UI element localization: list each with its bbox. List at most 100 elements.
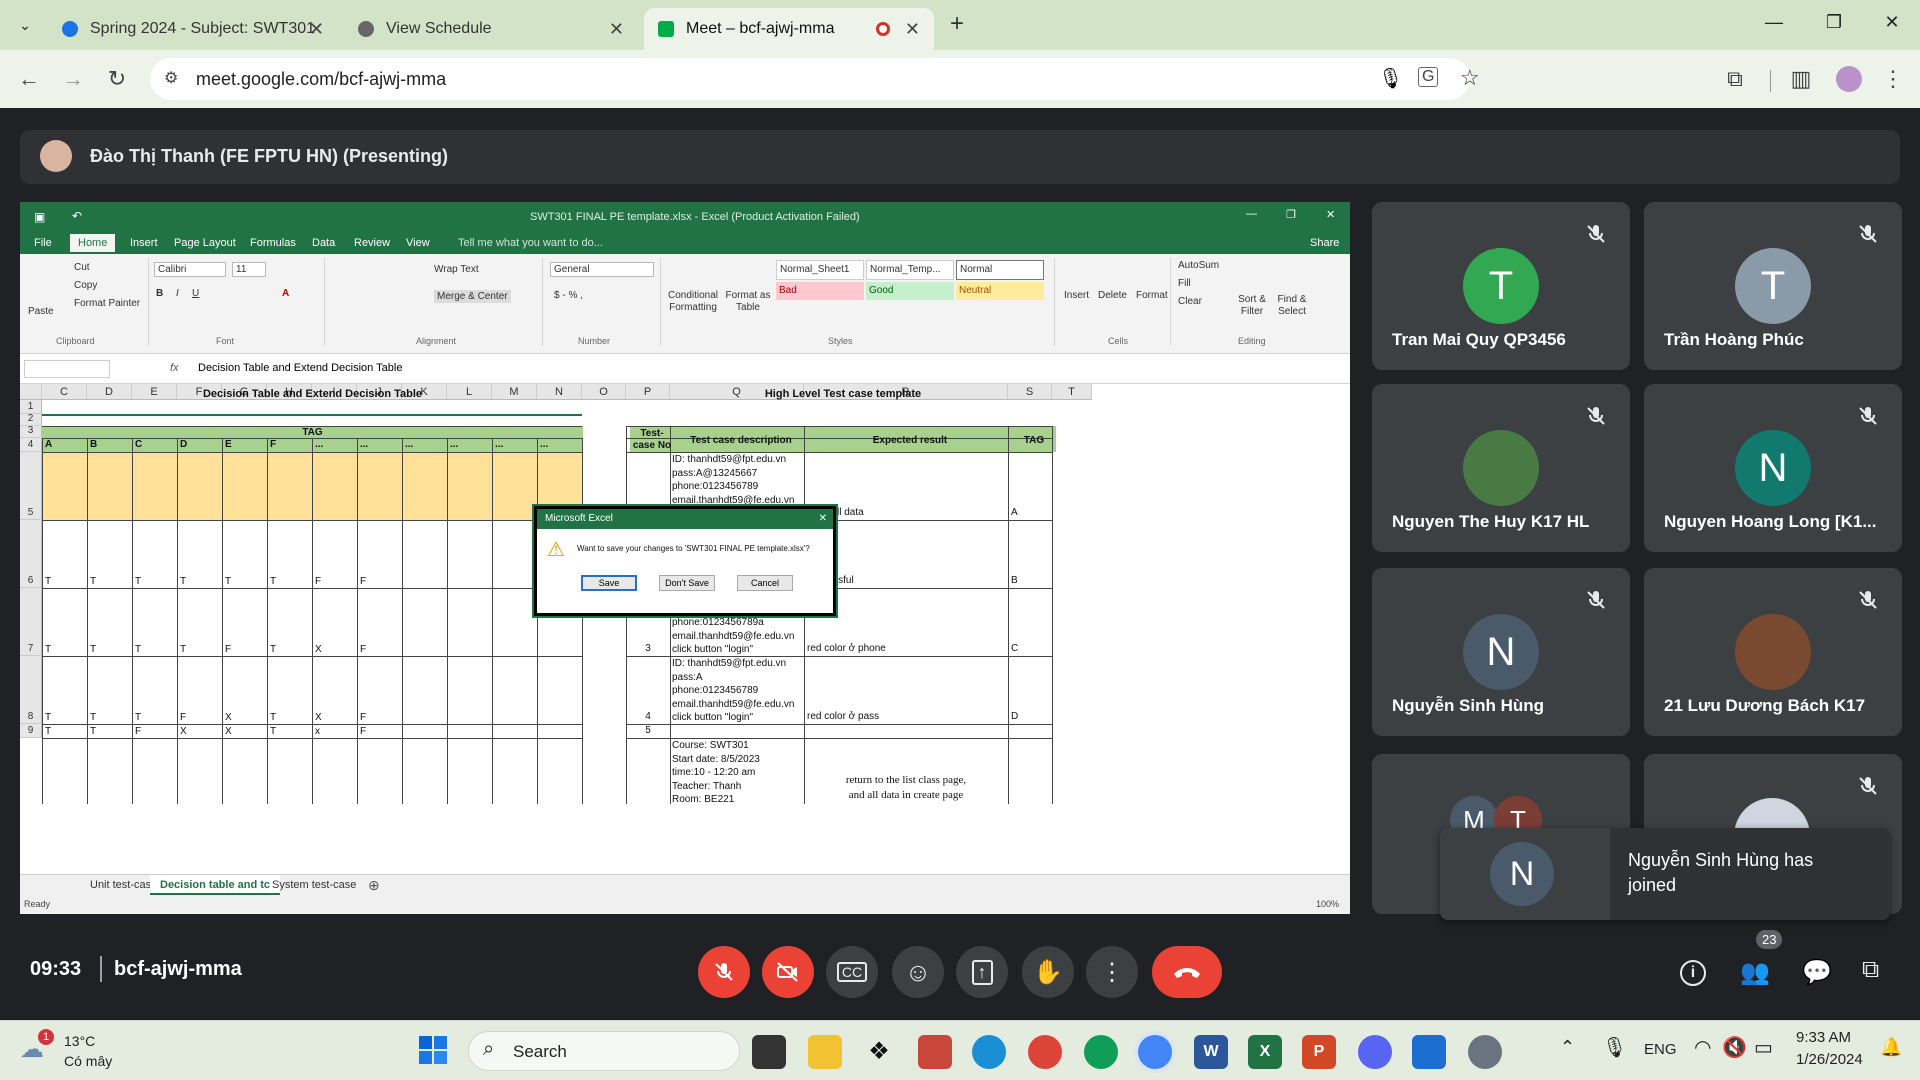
task-view-icon[interactable] bbox=[752, 1035, 786, 1069]
dialog-save-button[interactable]: Save bbox=[581, 575, 637, 591]
insert-cells-button[interactable]: Insert bbox=[1064, 290, 1089, 301]
input-language[interactable]: ENG bbox=[1644, 1041, 1677, 1058]
decision-cell[interactable]: T bbox=[90, 712, 96, 723]
decision-cell[interactable]: T bbox=[225, 576, 231, 587]
bold-button[interactable]: B bbox=[156, 288, 163, 299]
decision-cell[interactable]: F bbox=[360, 726, 366, 737]
decision-cell[interactable]: T bbox=[135, 712, 141, 723]
menu-formulas[interactable]: Formulas bbox=[250, 237, 296, 249]
more-options-button[interactable]: ⋮ bbox=[1086, 946, 1138, 998]
reactions-button[interactable]: ☺ bbox=[892, 946, 944, 998]
decision-cell[interactable]: X bbox=[315, 644, 322, 655]
sheet-tab-system[interactable]: System test-case bbox=[262, 875, 366, 895]
decision-cell[interactable]: T bbox=[180, 644, 186, 655]
taskbar-search[interactable]: ⌕ Search bbox=[468, 1031, 740, 1071]
decision-cell[interactable]: T bbox=[270, 712, 276, 723]
chrome-active-icon[interactable] bbox=[1138, 1035, 1172, 1069]
microphone-icon[interactable]: 🎙 bbox=[1378, 66, 1403, 91]
captions-button[interactable]: CC bbox=[826, 946, 878, 998]
decision-cell[interactable]: F bbox=[180, 712, 186, 723]
settings-icon[interactable] bbox=[1468, 1035, 1502, 1069]
forward-icon[interactable]: → bbox=[60, 66, 86, 92]
tray-overflow-icon[interactable]: ⌃ bbox=[1560, 1037, 1575, 1058]
mic-toggle-button[interactable] bbox=[698, 946, 750, 998]
autosum-button[interactable]: AutoSum bbox=[1178, 260, 1219, 271]
decision-cell[interactable]: T bbox=[270, 726, 276, 737]
sort-filter-button[interactable]: Sort & Filter bbox=[1234, 294, 1270, 318]
restore-icon[interactable]: ❐ bbox=[1824, 12, 1844, 33]
format-cells-button[interactable]: Format bbox=[1136, 290, 1168, 301]
wrap-text-button[interactable]: Wrap Text bbox=[434, 264, 479, 275]
decision-cell[interactable]: T bbox=[45, 712, 51, 723]
close-tab-icon[interactable]: ✕ bbox=[309, 19, 324, 40]
chrome-profile-icon[interactable] bbox=[1084, 1035, 1118, 1069]
row-header[interactable]: 5 bbox=[20, 452, 42, 520]
extensions-icon[interactable]: ⧉ bbox=[1722, 66, 1748, 92]
find-select-button[interactable]: Find & Select bbox=[1272, 294, 1312, 318]
excel-close-icon[interactable]: ✕ bbox=[1326, 208, 1335, 221]
minimize-icon[interactable]: — bbox=[1764, 12, 1784, 33]
row-header[interactable]: 4 bbox=[20, 438, 42, 452]
participant-tile[interactable]: 21 Lưu Dương Bách K17 bbox=[1644, 568, 1902, 736]
menu-home[interactable]: Home bbox=[70, 234, 116, 252]
tab-spring-2024[interactable]: Spring 2024 - Subject: SWT301 ✕ bbox=[48, 8, 338, 50]
site-info-icon[interactable]: ⚙ bbox=[164, 68, 178, 88]
bookmark-star-icon[interactable]: ☆ bbox=[1460, 65, 1480, 91]
italic-button[interactable]: I bbox=[176, 288, 179, 299]
camera-toggle-button[interactable] bbox=[762, 946, 814, 998]
font-name-select[interactable]: Calibri bbox=[154, 262, 226, 277]
menu-page-layout[interactable]: Page Layout bbox=[174, 237, 236, 249]
participant-tile[interactable]: T Tran Mai Quy QP3456 bbox=[1372, 202, 1630, 370]
tray-mic-icon[interactable]: 🎙 bbox=[1602, 1035, 1627, 1060]
number-format-select[interactable]: General bbox=[550, 262, 654, 277]
cut-button[interactable]: Cut bbox=[74, 262, 90, 273]
word-icon[interactable]: W bbox=[1194, 1035, 1228, 1069]
wifi-icon[interactable]: ◠ bbox=[1694, 1035, 1711, 1060]
row-header[interactable]: 8 bbox=[20, 656, 42, 724]
tab-meet[interactable]: Meet – bcf-ajwj-mma ✕ bbox=[644, 8, 934, 50]
close-window-icon[interactable]: ✕ bbox=[1882, 12, 1902, 33]
decision-cell[interactable]: T bbox=[45, 726, 51, 737]
decision-cell[interactable]: F bbox=[360, 712, 366, 723]
decision-cell[interactable]: T bbox=[90, 644, 96, 655]
sheet-tab-decision[interactable]: Decision table and tc bbox=[150, 875, 281, 895]
decision-cell[interactable]: F bbox=[315, 576, 321, 587]
conditional-formatting-button[interactable]: Conditional Formatting bbox=[664, 290, 722, 314]
edge-icon[interactable] bbox=[972, 1035, 1006, 1069]
add-sheet-icon[interactable]: ⊕ bbox=[368, 877, 380, 894]
menu-insert[interactable]: Insert bbox=[130, 237, 158, 249]
dialog-cancel-button[interactable]: Cancel bbox=[737, 575, 793, 591]
clock-time[interactable]: 9:33 AM bbox=[1796, 1029, 1851, 1046]
participant-tile[interactable]: T Trần Hoàng Phúc bbox=[1644, 202, 1902, 370]
decision-cell[interactable]: T bbox=[180, 576, 186, 587]
raise-hand-button[interactable]: ✋ bbox=[1022, 946, 1074, 998]
clear-button[interactable]: Clear bbox=[1178, 296, 1202, 307]
menu-file[interactable]: File bbox=[34, 237, 52, 249]
delete-cells-button[interactable]: Delete bbox=[1098, 290, 1127, 301]
notification-bell-icon[interactable]: 🔔 bbox=[1880, 1037, 1902, 1058]
format-painter-button[interactable]: Format Painter bbox=[74, 298, 140, 309]
save-icon[interactable]: ▣ bbox=[34, 210, 45, 224]
decision-cell[interactable]: T bbox=[135, 576, 141, 587]
dialog-dont-save-button[interactable]: Don't Save bbox=[659, 575, 715, 591]
volume-muted-icon[interactable]: 🔇 bbox=[1722, 1035, 1747, 1060]
menu-review[interactable]: Review bbox=[354, 237, 390, 249]
decision-cell[interactable]: X bbox=[225, 712, 232, 723]
decision-cell[interactable]: F bbox=[135, 726, 141, 737]
decision-cell[interactable]: T bbox=[45, 576, 51, 587]
back-icon[interactable]: ← bbox=[16, 66, 42, 92]
formula-input[interactable]: Decision Table and Extend Decision Table bbox=[198, 362, 402, 374]
participant-tile[interactable]: N Nguyễn Sinh Hùng bbox=[1372, 568, 1630, 736]
profile-avatar[interactable] bbox=[1836, 66, 1862, 92]
underline-button[interactable]: U bbox=[192, 288, 199, 299]
dialog-close-icon[interactable]: ✕ bbox=[819, 509, 827, 529]
menu-data[interactable]: Data bbox=[312, 237, 335, 249]
translate-icon[interactable]: G bbox=[1418, 67, 1439, 87]
tab-view-schedule[interactable]: View Schedule ✕ bbox=[344, 8, 638, 50]
style-normal-temp[interactable]: Normal_Temp... bbox=[866, 260, 954, 280]
people-button[interactable]: 👥 bbox=[1740, 958, 1770, 987]
decision-cell[interactable]: X bbox=[315, 712, 322, 723]
side-panel-icon[interactable]: ▥ bbox=[1788, 66, 1814, 92]
close-tab-icon[interactable]: ✕ bbox=[609, 19, 624, 40]
remote-desktop-icon[interactable] bbox=[1412, 1035, 1446, 1069]
